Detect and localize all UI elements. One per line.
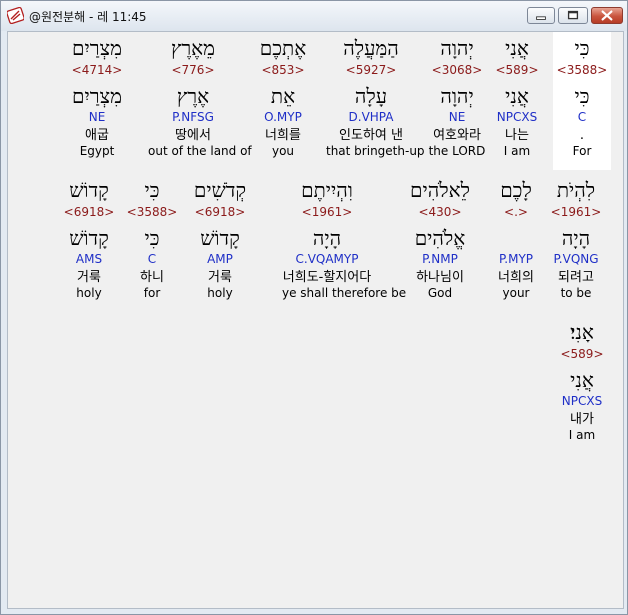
word-column[interactable]: מֵאֶרֶץ <776> אֶרֶץ P.NFSG 땅에서 out of the lan… <box>148 36 252 159</box>
grammar-code: C.VQAMYP <box>295 252 359 266</box>
korean-gloss: 애굽 <box>85 128 109 143</box>
word-column[interactable]: אֶתְכֶם <853> אֵת O.MYP 너희를 you <box>238 36 328 159</box>
window-title: @원전분해 - 레 11:45 <box>29 10 147 24</box>
hebrew-word: מִצְרַיִם <box>72 36 122 60</box>
strong-number: <430> <box>418 205 462 219</box>
strong-number: <6918> <box>63 205 115 219</box>
word-column[interactable]: קָדוֹשׁ <6918> קָדוֹשׁ AMS 거룩 holy <box>44 178 134 301</box>
strong-number: <589> <box>560 347 604 361</box>
korean-gloss: 여호와라 <box>433 128 481 143</box>
korean-gloss: 인도하여 낸 <box>339 128 403 143</box>
analysis-panel: כִּי <3588> כִּי C. For אֲנִי <589> אֲנִי NPCXS 나… <box>7 31 624 609</box>
strong-number: <4714> <box>71 63 123 77</box>
app-logo-icon <box>7 7 24 24</box>
korean-gloss: 내가 <box>570 412 594 427</box>
hebrew-word: מֵאֶרֶץ <box>170 36 216 60</box>
grammar-code: NE <box>448 110 466 124</box>
strong-number: <3068> <box>431 63 483 77</box>
korean-gloss: 하나님이 <box>416 270 464 285</box>
word-column[interactable]: מִצְרַיִם <4714> מִצְרַיִם NE 애굽 Egypt <box>52 36 142 159</box>
grammar-code: NE <box>88 110 106 124</box>
english-gloss: the LORD <box>428 144 486 158</box>
hebrew-word: וִהְיִיתֶם <box>301 178 353 202</box>
korean-gloss: 거룩 <box>77 270 101 285</box>
lemma-word: מִצְרַיִם <box>72 84 122 108</box>
hebrew-word: הַמַּעֲלֶה <box>343 36 399 60</box>
minimize-icon <box>536 16 546 20</box>
grammar-code: AMS <box>75 252 103 266</box>
close-icon <box>601 10 613 21</box>
lemma-word: אֱלֹהִים <box>414 226 466 250</box>
lemma-word: עָלָה <box>354 84 388 108</box>
english-gloss: God <box>427 286 453 300</box>
close-button[interactable] <box>591 7 623 24</box>
grammar-code: P.NFSG <box>172 110 214 124</box>
english-gloss: out of the land of <box>148 144 252 158</box>
title-bar[interactable]: @원전분해 - 레 11:45 <box>1 1 627 31</box>
word-column[interactable]: יְהוָה <3068> יְהוָה NE 여호와라 the LORD <box>412 36 502 159</box>
strong-number: <853> <box>261 63 305 77</box>
maximize-icon <box>567 10 579 20</box>
grammar-code: P.NMP <box>422 252 458 266</box>
word-column[interactable]: וִהְיִיתֶם <1961> הָיָה C.VQAMYP 너희도-할지어다 ye … <box>282 178 407 301</box>
grammar-code: NPCXS <box>561 394 603 408</box>
grammar-code: O.MYP <box>264 110 302 124</box>
korean-gloss: 너희를 <box>265 128 301 143</box>
korean-gloss: 너희도-할지어다 <box>282 270 372 285</box>
strong-number: <776> <box>171 63 215 77</box>
lemma-word: אֶרֶץ <box>176 84 210 108</box>
english-gloss: that bringeth-up <box>326 144 425 158</box>
app-window: @원전분해 - 레 11:45 כִּי <3588> כִּי C. For אֲנִי… <box>0 0 628 615</box>
word-column[interactable]: אָנִי׃ <589> אֲנִי NPCXS 내가 I am <box>537 320 627 443</box>
lemma-word: קָדוֹשׁ <box>69 226 109 250</box>
english-gloss: ye shall therefore be <box>282 286 407 300</box>
hebrew-word: יְהוָה <box>440 36 474 60</box>
hebrew-word: לֵאלֹהִים <box>410 178 470 202</box>
word-column[interactable]: לֵאלֹהִים <430> אֱלֹהִים P.NMP 하나님이 God <box>395 178 485 301</box>
lemma-word: אֵת <box>270 84 296 108</box>
strong-number: <5927> <box>345 63 397 77</box>
korean-gloss: 땅에서 <box>175 128 211 143</box>
word-column[interactable]: הַמַּעֲלֶה <5927> עָלָה D.VHPA 인도하여 낸 that br… <box>326 36 425 159</box>
grammar-code: D.VHPA <box>348 110 394 124</box>
hebrew-word: קָדוֹשׁ <box>69 178 109 202</box>
minimize-button[interactable] <box>527 7 555 24</box>
english-gloss: holy <box>76 286 102 300</box>
lemma-word: אֲנִי <box>570 368 594 392</box>
english-gloss: I am <box>568 428 596 442</box>
hebrew-word: אָנִי׃ <box>570 320 594 344</box>
english-gloss: Egypt <box>79 144 115 158</box>
lemma-word: יְהוָה <box>440 84 474 108</box>
maximize-button[interactable] <box>558 7 588 24</box>
lemma-word: הָיָה <box>312 226 342 250</box>
strong-number: <1961> <box>301 205 353 219</box>
hebrew-word: אֶתְכֶם <box>259 36 307 60</box>
